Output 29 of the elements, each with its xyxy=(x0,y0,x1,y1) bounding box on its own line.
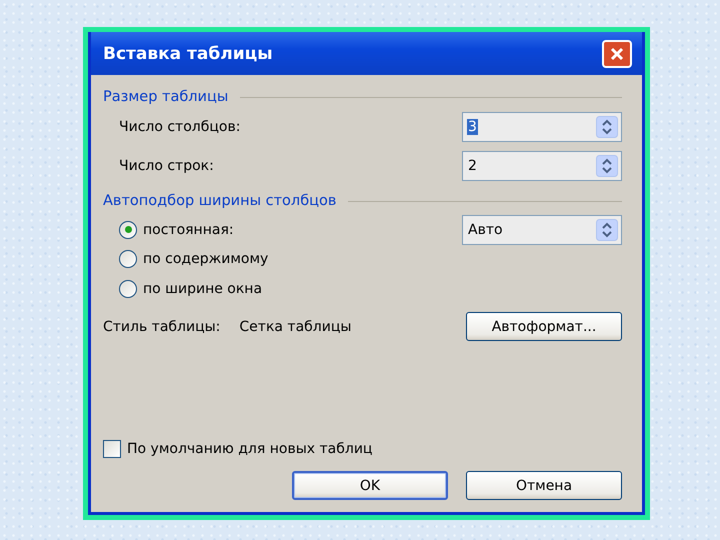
close-button[interactable] xyxy=(602,40,632,68)
field-value: Авто xyxy=(467,222,504,238)
radio-button[interactable] xyxy=(119,220,137,239)
checkbox[interactable] xyxy=(103,440,121,458)
number-field[interactable]: 2 xyxy=(462,150,622,180)
radio-label: по ширине окна xyxy=(143,280,262,297)
field-value: 3 xyxy=(467,118,478,134)
spin-arrows-icon[interactable] xyxy=(596,154,618,176)
style-value: Сетка таблицы xyxy=(239,318,352,334)
number-field[interactable]: 3 xyxy=(462,112,622,142)
group-title: Размер таблицы xyxy=(103,89,228,105)
radio-label: постоянная: xyxy=(143,222,234,238)
group-title: Автоподбор ширины столбцов xyxy=(103,193,336,209)
field-label: Число строк: xyxy=(119,158,214,174)
checkbox-label: По умолчанию для новых таблиц xyxy=(127,441,372,457)
field-value: 2 xyxy=(467,158,478,174)
close-icon xyxy=(609,46,625,62)
radio-label: по содержимому xyxy=(143,251,268,268)
style-label: Стиль таблицы: xyxy=(103,318,220,334)
radio-button[interactable] xyxy=(119,280,137,298)
spin-arrows-icon[interactable] xyxy=(596,219,618,241)
dialog-button[interactable]: OK xyxy=(292,471,448,500)
autoformat-button[interactable]: Автоформат... xyxy=(466,312,622,341)
window-title: Вставка таблицы xyxy=(103,44,273,64)
radio-button[interactable] xyxy=(119,250,137,268)
dialog-button[interactable]: Отмена xyxy=(466,471,622,500)
field-label: Число столбцов: xyxy=(119,118,240,134)
width-field[interactable]: Авто xyxy=(462,215,622,245)
spin-arrows-icon[interactable] xyxy=(596,116,618,138)
